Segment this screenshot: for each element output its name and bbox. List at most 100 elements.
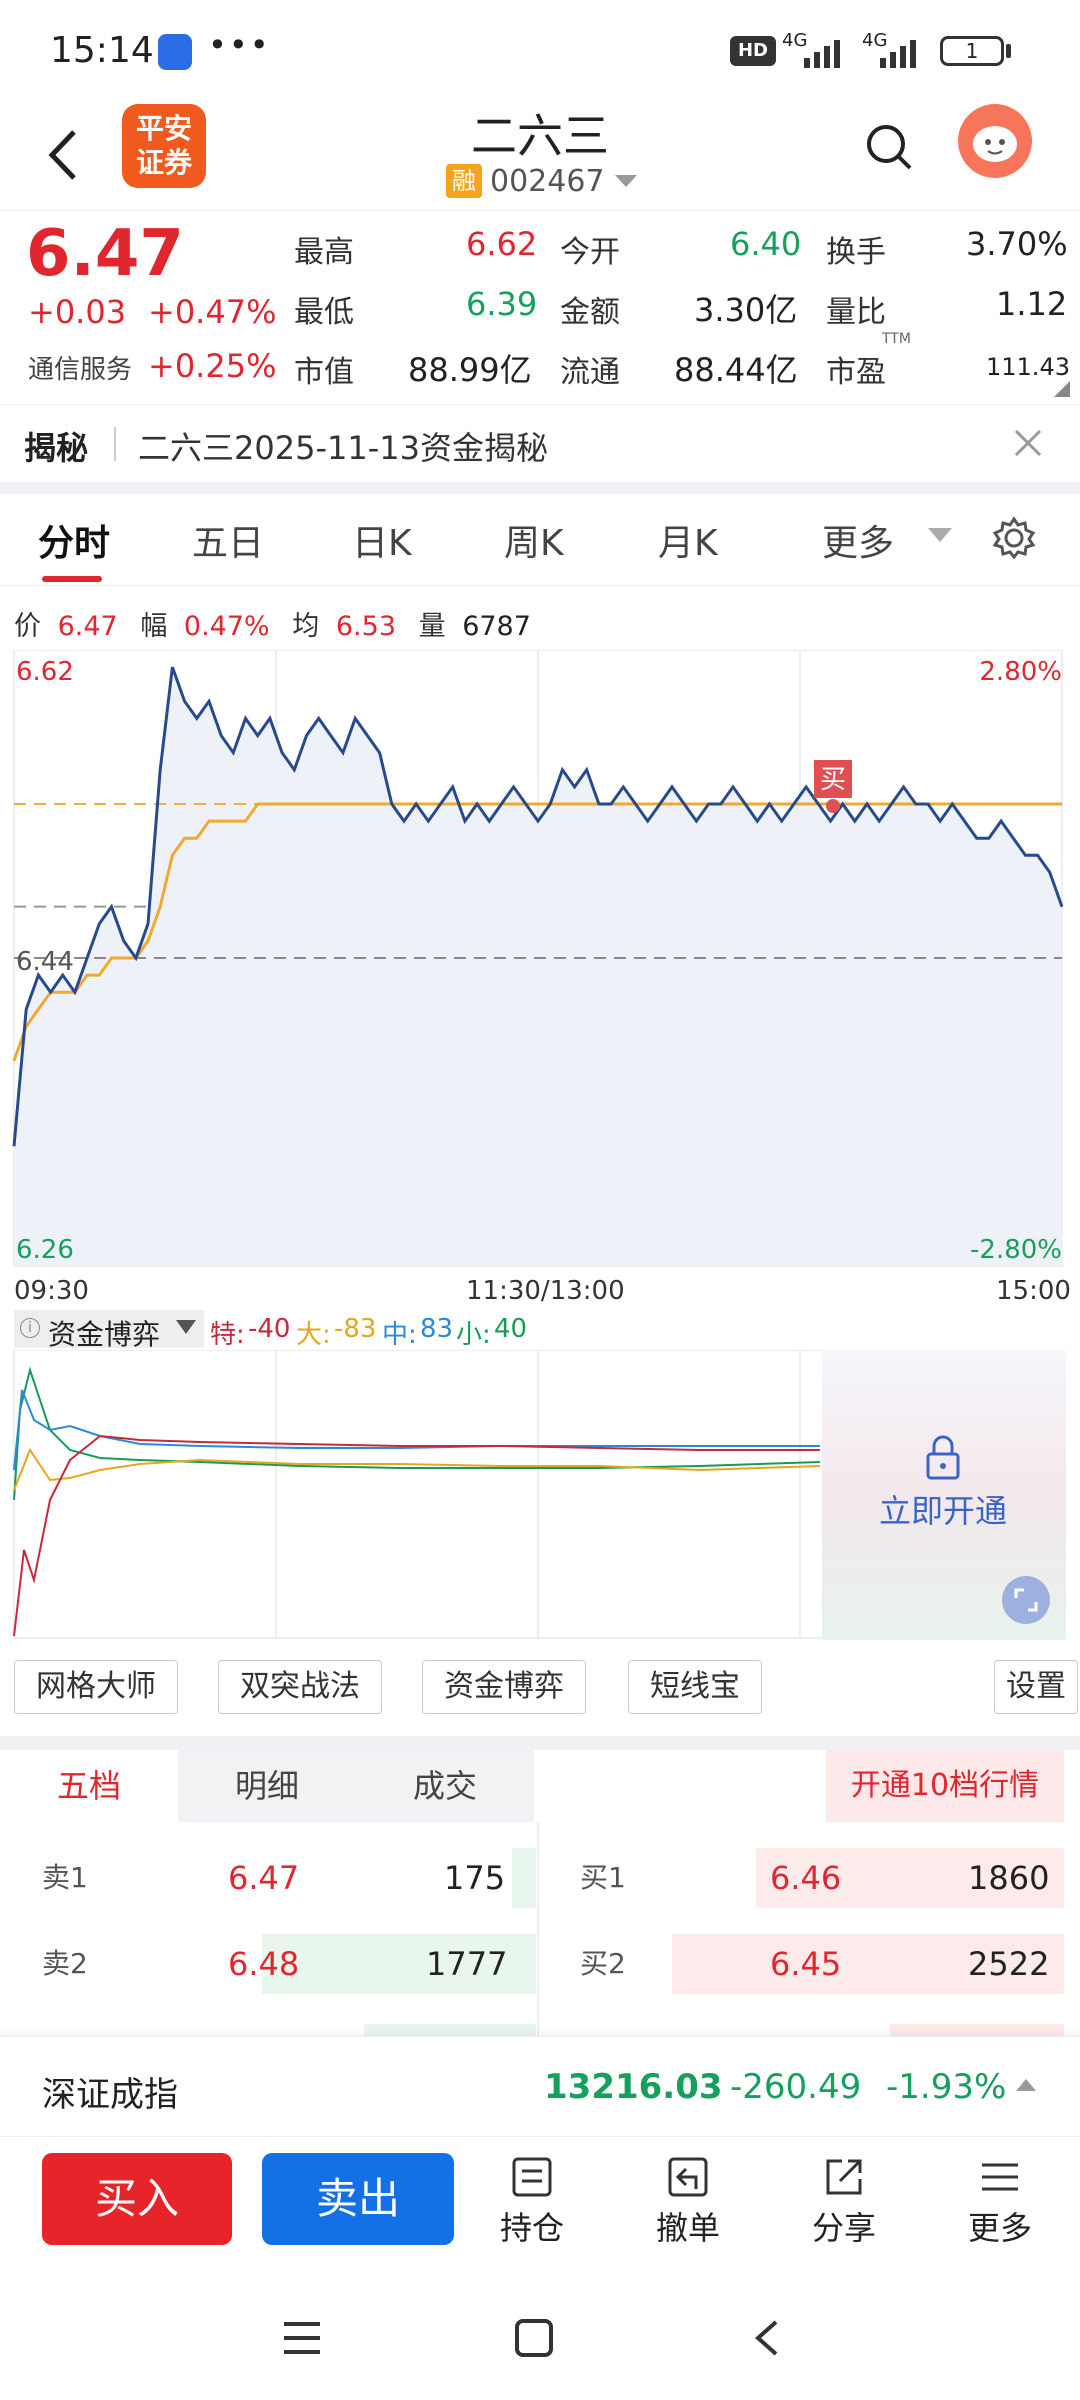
reveal-banner[interactable]: 揭秘 二六三2025-11-13资金揭秘 <box>0 404 1080 482</box>
fund-flow-title: 资金博弈 <box>48 1318 161 1351</box>
chart-info-line: 价 6.47 幅 0.47% 均 6.53 量 6787 <box>14 604 531 643</box>
market-cap-value: 88.99亿 <box>408 351 532 389</box>
cancel-order-label: 撤单 <box>655 2209 720 2247</box>
home-square-icon[interactable] <box>514 2318 554 2358</box>
stock-code-selector[interactable]: 融 002467 <box>446 162 639 200</box>
amp-label: 幅 <box>140 611 168 642</box>
cancel-order-button[interactable]: 撤单 <box>638 2155 738 2249</box>
tab-monthly-k[interactable]: 月K <box>658 514 718 566</box>
sell2-volume: 1777 <box>426 1945 508 1983</box>
sell-row-1: 卖1 6.47 175 <box>0 1846 536 1910</box>
sell1-volume: 175 <box>444 1859 506 1897</box>
dropdown-triangle-icon <box>614 175 637 187</box>
share-icon <box>826 2159 862 2195</box>
holdings-button[interactable]: 持仓 <box>482 2155 582 2249</box>
x-tick-close: 15:00 <box>996 1276 1071 1306</box>
unlock-button[interactable]: 立即开通 <box>879 1492 1007 1530</box>
turnover-label: 换手 <box>826 235 886 270</box>
quote-panel: 6.47 +0.03 +0.47% 通信服务 +0.25% 最高 6.62 今开… <box>0 210 1080 402</box>
short-line-button[interactable]: 短线宝 <box>628 1660 762 1714</box>
open-label: 今开 <box>560 235 620 270</box>
close-icon[interactable] <box>1012 427 1044 459</box>
index-ticker[interactable]: 深证成指 13216.03 -260.49 -1.93% <box>0 2036 1080 2136</box>
float-cap-label: 流通 <box>560 355 620 390</box>
fund-game-button[interactable]: 资金博弈 <box>422 1660 586 1714</box>
amount-value: 3.30亿 <box>694 291 798 329</box>
tab-weekly-k[interactable]: 周K <box>504 514 564 566</box>
info-vol: 6787 <box>462 611 531 642</box>
tab-daily-k[interactable]: 日K <box>352 514 412 566</box>
fund-flow-header: i 资金博弈 特: -40 大: -83 中: 83 小: 40 <box>14 1310 1064 1351</box>
time-axis: 09:30 11:30/13:00 15:00 <box>0 1274 1080 1308</box>
section-divider <box>0 482 1080 494</box>
vol-label: 量 <box>418 611 446 642</box>
buy-marker-label: 买 <box>820 765 846 795</box>
info-price: 6.47 <box>57 611 118 642</box>
x-tick-open: 09:30 <box>14 1276 89 1306</box>
last-price: 6.47 <box>26 217 184 291</box>
buy2-label: 买2 <box>580 1947 626 1980</box>
ob-tab-five-level[interactable]: 五档 <box>0 1750 178 1822</box>
buy1-volume: 1860 <box>968 1859 1050 1897</box>
strategy-settings-button[interactable]: 设置 <box>994 1660 1078 1714</box>
status-more-dots: ••• <box>208 26 271 64</box>
flow-line-small <box>13 1366 821 1501</box>
share-button[interactable]: 分享 <box>794 2155 894 2249</box>
double-breakout-button[interactable]: 双突战法 <box>218 1660 382 1714</box>
flow-zhong: 83 <box>420 1314 454 1344</box>
tab-more[interactable]: 更多 <box>822 514 894 566</box>
price-change: +0.03 <box>28 293 127 331</box>
assistant-avatar[interactable] <box>958 104 1032 178</box>
settings-gear-icon[interactable] <box>992 516 1036 560</box>
info-amp: 0.47% <box>183 611 270 642</box>
y-left-mid: 6.44 <box>16 947 74 977</box>
system-nav-bar <box>0 2276 1080 2400</box>
volume-ratio-value: 1.12 <box>996 285 1068 323</box>
flow-line-medium <box>13 1389 820 1471</box>
expand-icon[interactable] <box>1002 1576 1050 1624</box>
info-icon[interactable]: i <box>20 1318 40 1338</box>
upgrade-10-level-button[interactable]: 开通10档行情 <box>826 1750 1064 1822</box>
ob-tab-trades[interactable]: 成交 <box>356 1750 534 1822</box>
sell-row-2: 卖2 6.48 1777 <box>0 1932 536 1996</box>
trade-action-bar: 买入 卖出 持仓 撤单 分享 更多 <box>0 2136 1080 2276</box>
more-dropdown-icon <box>928 528 952 542</box>
tab-five-day[interactable]: 五日 <box>192 514 264 566</box>
fund-flow-selector[interactable]: i 资金博弈 <box>14 1310 204 1351</box>
index-name: 深证成指 <box>42 2075 178 2115</box>
buy-row-1: 买1 6.46 1860 <box>540 1846 1080 1910</box>
buy-row-2: 买2 6.45 2522 <box>540 1932 1080 1996</box>
grid-master-button[interactable]: 网格大师 <box>14 1660 178 1714</box>
holdings-label: 持仓 <box>499 2209 564 2247</box>
recents-menu-icon[interactable] <box>282 2320 322 2356</box>
price-label: 价 <box>14 611 41 642</box>
cancel-order-icon <box>668 2157 708 2197</box>
flow-line-large <box>13 1447 821 1491</box>
sell-button[interactable]: 卖出 <box>262 2153 454 2245</box>
ob-tab-detail[interactable]: 明细 <box>178 1750 356 1822</box>
more-button[interactable]: 更多 <box>950 2155 1050 2249</box>
status-bar: 15:14 ••• HD 4G 4G 1 <box>0 0 1080 100</box>
order-book: 五档 明细 成交 开通10档行情 卖1 6.47 175 卖2 6.48 177… <box>0 1750 1080 2036</box>
active-tab-indicator <box>42 576 102 582</box>
low-label: 最低 <box>294 295 354 330</box>
flow-da: -83 <box>334 1314 377 1344</box>
sector-name[interactable]: 通信服务 <box>28 349 132 386</box>
search-icon[interactable] <box>864 122 914 172</box>
volume-ratio-label: 量比 <box>826 295 886 330</box>
reveal-text: 二六三2025-11-13资金揭秘 <box>138 429 548 467</box>
back-nav-icon[interactable] <box>752 2318 782 2358</box>
sell2-label: 卖2 <box>42 1947 88 1980</box>
section-divider-2 <box>0 1736 1080 1750</box>
expand-up-icon <box>1016 2079 1036 2091</box>
tab-intraday[interactable]: 分时 <box>38 514 110 566</box>
x-tick-noon: 11:30/13:00 <box>466 1276 625 1306</box>
intraday-chart[interactable]: 6.62 6.26 6.44 2.80% -2.80% 买 <box>0 650 1080 1270</box>
share-label: 分享 <box>811 2209 876 2247</box>
amount-label: 金额 <box>560 295 620 330</box>
flow-xiao: 40 <box>494 1314 528 1344</box>
reveal-tag: 揭秘 <box>24 429 89 467</box>
more-label: 更多 <box>967 2209 1032 2247</box>
index-change-pct: -1.93% <box>886 2067 1007 2107</box>
buy-button[interactable]: 买入 <box>42 2153 232 2245</box>
